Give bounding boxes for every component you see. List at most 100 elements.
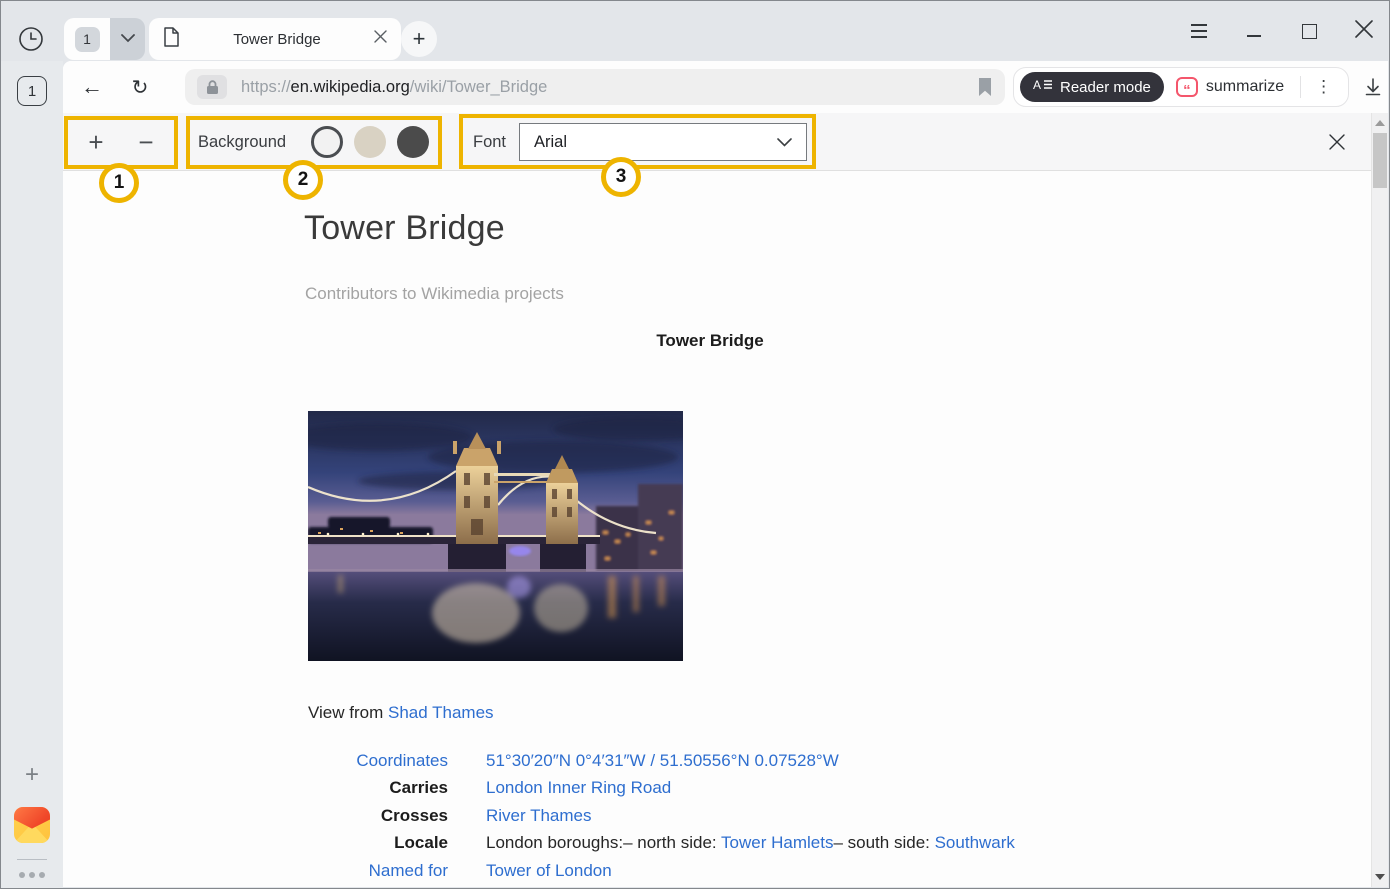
workspace-switcher[interactable]: 1 [64, 18, 145, 60]
table-row: Named for Tower of London [304, 857, 1015, 885]
sidebar-panel-window-1[interactable]: 1 [17, 76, 47, 106]
bookmark-icon [977, 77, 993, 97]
text-increase-button[interactable]: + [74, 113, 118, 171]
infobox-rows: Coordinates 51°30′20″N 0°4′31″W / 51.5055… [304, 747, 1015, 885]
background-swatch-dark[interactable] [397, 126, 429, 158]
titlebar: 1 Tower Bridge + [1, 1, 1389, 61]
background-swatch-light[interactable] [311, 126, 343, 158]
svg-text:A: A [1033, 78, 1041, 92]
new-tab-button[interactable]: + [401, 21, 437, 57]
infobox-label: Locale [304, 833, 448, 853]
font-select-value: Arial [534, 133, 567, 152]
summarize-label: summarize [1206, 78, 1284, 96]
caption-prefix: View from [308, 703, 388, 722]
workspace-current: 1 [64, 18, 110, 60]
close-window-button[interactable] [1353, 20, 1375, 42]
scrollbar-thumb[interactable] [1373, 133, 1387, 188]
url-path: /wiki/Tower_Bridge [410, 78, 548, 96]
infobox-caption: Tower Bridge [304, 331, 1116, 351]
infobox-label: Crosses [304, 806, 448, 826]
infobox-value-text: London boroughs:– north side: [486, 833, 721, 852]
tab-close-icon[interactable] [374, 30, 387, 48]
sidebar: 1 + [1, 61, 63, 888]
image-caption: View from Shad Thames [308, 703, 494, 723]
bookmark-button[interactable] [977, 77, 993, 97]
infobox-value-link[interactable]: River Thames [486, 806, 592, 825]
page-actions-menu-button[interactable]: ⋮ [1305, 77, 1342, 97]
workspace-dropdown-button[interactable] [110, 18, 145, 60]
reader-mode-button[interactable]: A Reader mode [1020, 72, 1164, 102]
shad-thames-link[interactable]: Shad Thames [388, 703, 494, 722]
triangle-up-icon [1375, 120, 1385, 126]
font-select[interactable]: Arial [519, 123, 807, 161]
chevron-down-icon [777, 138, 792, 147]
browser-menu-button[interactable] [1188, 20, 1210, 42]
infobox-value-link[interactable]: London Inner Ring Road [486, 778, 671, 797]
table-row: Coordinates 51°30′20″N 0°4′31″W / 51.5055… [304, 747, 1015, 775]
close-icon [1355, 20, 1373, 43]
table-row: Crosses River Thames [304, 802, 1015, 830]
background-swatch-sepia[interactable] [354, 126, 386, 158]
clock-icon [17, 25, 45, 58]
close-reader-toolbar-button[interactable] [1319, 113, 1355, 171]
vertical-scrollbar[interactable] [1371, 113, 1388, 887]
url-host: en.wikipedia.org [291, 78, 410, 96]
reload-button[interactable]: ↻ [123, 75, 157, 100]
page-title: Tower Bridge [304, 209, 505, 248]
infobox-label-link[interactable]: Named for [304, 861, 448, 881]
infobox-value: 51°30′20″N 0°4′31″W / 51.50556°N 0.07528… [486, 751, 839, 771]
secure-lock-badge[interactable] [197, 75, 227, 99]
tab-title: Tower Bridge [180, 31, 374, 48]
sidebar-divider [17, 859, 47, 860]
infobox-value-link[interactable]: Tower Hamlets [721, 833, 833, 852]
workspace-badge: 1 [75, 27, 100, 52]
summarize-button[interactable]: “ summarize [1164, 77, 1296, 97]
url-scheme: https:// [241, 78, 291, 96]
reader-mode-icon: A [1033, 78, 1052, 96]
infobox-value: London Inner Ring Road [486, 778, 671, 798]
sidebar-bottom-group: + [14, 763, 50, 888]
infobox-label-link[interactable]: Coordinates [304, 751, 448, 771]
vivaldi-mail-icon[interactable] [14, 807, 50, 843]
infobox-label: Carries [304, 778, 448, 798]
plus-icon: + [413, 26, 426, 52]
panel-number: 1 [28, 83, 36, 100]
sidebar-more-button[interactable] [19, 872, 45, 878]
page-icon [163, 27, 180, 52]
envelope-flap [14, 807, 50, 829]
chevron-down-icon [121, 30, 135, 48]
font-label: Font [473, 113, 506, 171]
infobox-value-link[interactable]: Tower of London [486, 861, 612, 880]
quote-icon: “ [1176, 77, 1198, 97]
browser-window: 1 Tower Bridge + [0, 0, 1390, 889]
page-actions-group: A Reader mode “ summarize ⋮ [1013, 67, 1349, 107]
maximize-button[interactable] [1298, 20, 1320, 42]
tab-tower-bridge[interactable]: Tower Bridge [149, 18, 401, 60]
article-byline: Contributors to Wikimedia projects [305, 284, 564, 304]
address-field[interactable]: https://en.wikipedia.org/wiki/Tower_Brid… [185, 69, 1005, 105]
tower-bridge-photo [308, 411, 683, 661]
maximize-icon [1302, 24, 1317, 39]
download-button[interactable] [1363, 77, 1383, 97]
table-row: Locale London boroughs:– north side: Towe… [304, 830, 1015, 858]
infobox-value-link[interactable]: 51°30′20″N 0°4′31″W / 51.50556°N 0.07528… [486, 751, 839, 770]
infobox-value: Tower of London [486, 861, 612, 881]
scroll-down-button[interactable] [1372, 869, 1388, 885]
reader-settings-toolbar: + − Background Font Arial [63, 113, 1371, 171]
add-web-panel-button[interactable]: + [25, 763, 39, 787]
table-row: Carries London Inner Ring Road [304, 775, 1015, 803]
triangle-down-icon [1375, 874, 1385, 880]
menu-icon [1191, 24, 1207, 37]
back-button[interactable]: ← [75, 74, 109, 100]
minimize-button[interactable] [1243, 20, 1265, 42]
close-icon [1329, 134, 1345, 150]
address-toolbar: ← ↻ https://en.wikipedia.org/wiki/Tower_… [63, 61, 1388, 113]
scroll-up-button[interactable] [1372, 115, 1388, 131]
infobox-value-link[interactable]: Southwark [935, 833, 1015, 852]
history-clock-button[interactable] [17, 27, 45, 55]
window-controls [1188, 1, 1375, 61]
infobox-value: London boroughs:– north side: Tower Haml… [486, 833, 1015, 853]
url-text: https://en.wikipedia.org/wiki/Tower_Brid… [241, 78, 969, 97]
text-decrease-button[interactable]: − [124, 113, 168, 171]
reader-mode-label: Reader mode [1060, 79, 1151, 96]
